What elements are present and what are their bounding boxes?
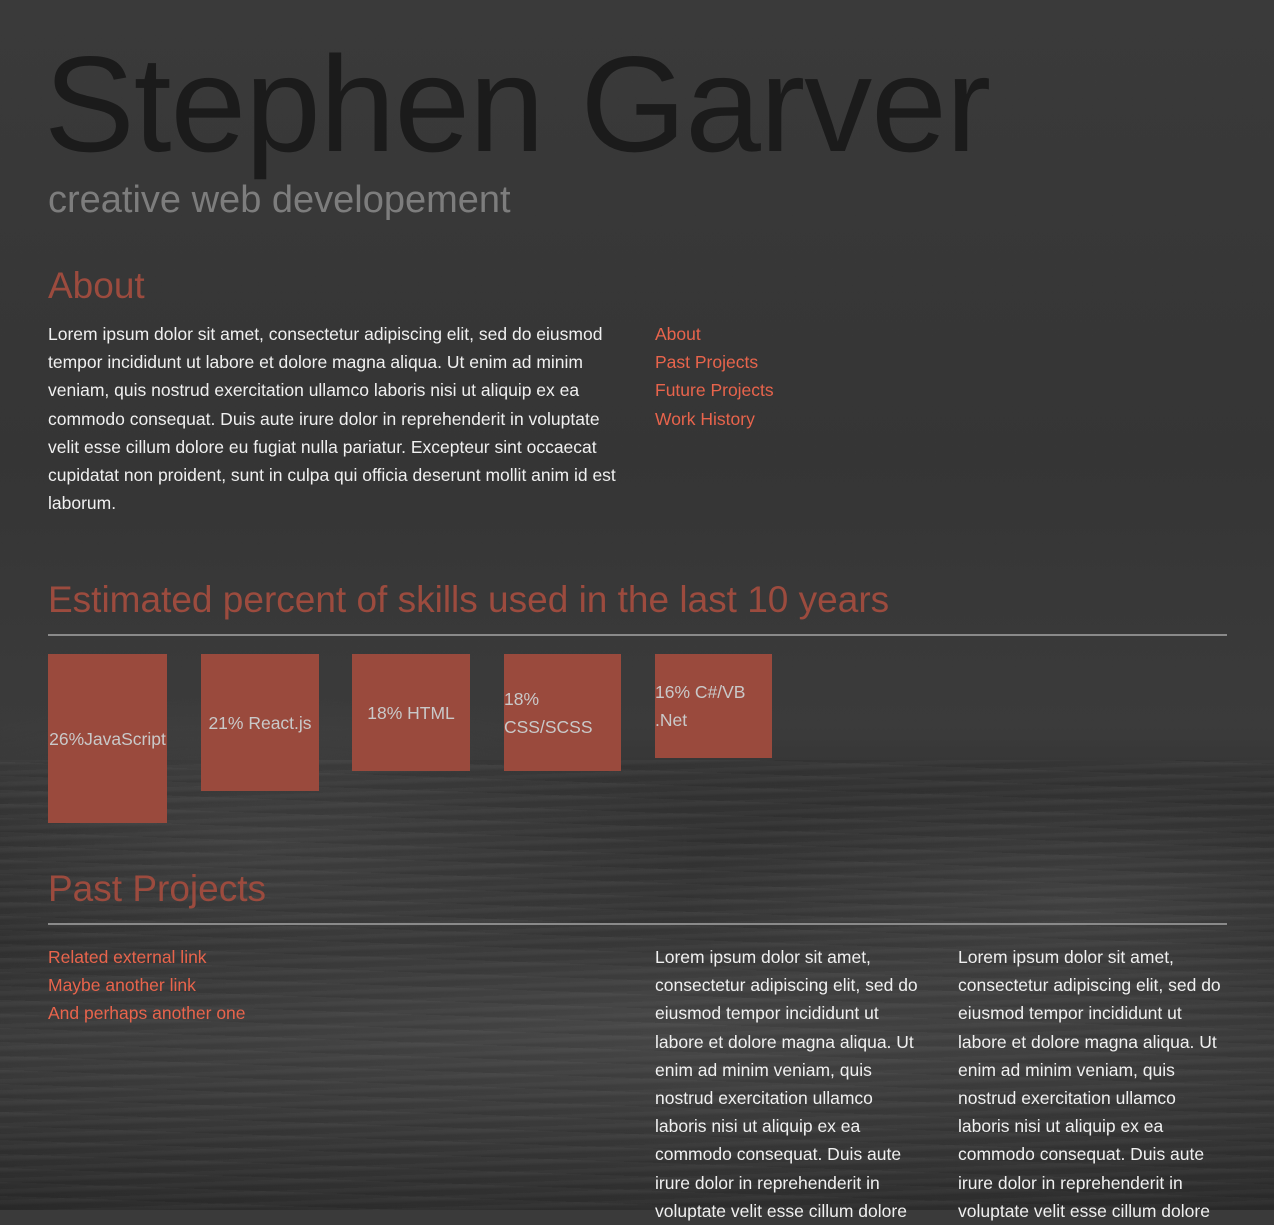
project-link-item: Maybe another link [48,971,246,999]
skills-heading: Estimated percent of skills used in the … [48,579,890,620]
project-link-related-external[interactable]: Related external link [48,947,207,967]
nav-item-about: About [655,320,774,348]
skill-block-dotnet: 16% C#/VB .Net [655,654,772,758]
site-title: Stephen Garver [44,28,991,180]
nav-item-future-projects: Future Projects [655,376,774,404]
nav-link-work-history[interactable]: Work History [655,409,755,429]
project-link-perhaps-another[interactable]: And perhaps another one [48,1003,246,1023]
project-links: Related external link Maybe another link… [48,943,246,1028]
skill-block-html: 18% HTML [352,654,470,771]
nav-item-work-history: Work History [655,405,774,433]
projects-divider [48,923,1227,925]
skill-label-css: 18% CSS/SCSS [504,688,593,737]
project-link-item: And perhaps another one [48,999,246,1027]
skills-divider [48,634,1227,636]
about-heading: About [48,265,145,306]
skill-block-css: 18% CSS/SCSS [504,654,621,771]
project-description-column-2: Lorem ipsum dolor sit amet, consectetur … [958,947,1221,1221]
project-link-item: Related external link [48,943,246,971]
skill-label-dotnet: 16% C#/VB .Net [655,682,746,730]
nav-link-past-projects[interactable]: Past Projects [655,352,758,372]
project-link-maybe-another[interactable]: Maybe another link [48,975,196,995]
about-text: Lorem ipsum dolor sit amet, consectetur … [48,324,616,514]
section-nav: About Past Projects Future Projects Work… [655,320,774,433]
past-projects-heading: Past Projects [48,868,266,909]
skill-label-react: 21% React.js [208,712,312,733]
skill-block-javascript: 26%JavaScript [48,654,167,823]
nav-link-about[interactable]: About [655,324,701,344]
skills-blocks: 26%JavaScript 21% React.js 18% HTML 18% … [48,654,808,834]
nav-item-past-projects: Past Projects [655,348,774,376]
skill-label-javascript: 26%JavaScript [49,728,166,749]
nav-link-future-projects[interactable]: Future Projects [655,380,774,400]
skill-block-react: 21% React.js [201,654,319,791]
skill-label-html: 18% HTML [367,702,455,723]
project-description-column-1: Lorem ipsum dolor sit amet, consectetur … [655,947,918,1221]
site-tagline: creative web developement [48,179,511,221]
